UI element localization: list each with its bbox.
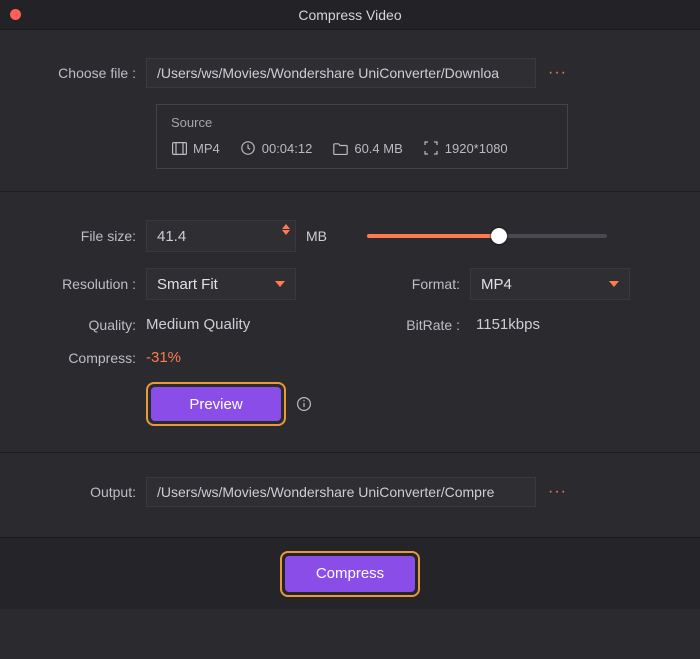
film-icon xyxy=(171,140,187,156)
format-select[interactable]: MP4 xyxy=(470,268,630,300)
output-label: Output: xyxy=(36,484,146,500)
source-dimensions-value: 1920*1080 xyxy=(445,141,508,156)
source-title: Source xyxy=(171,115,553,130)
resolution-select[interactable]: Smart Fit xyxy=(146,268,296,300)
slider-fill xyxy=(367,234,499,238)
resolution-label: Resolution : xyxy=(36,276,146,292)
bitrate-label: BitRate : xyxy=(380,317,470,333)
choose-file-label: Choose file : xyxy=(36,65,146,81)
compress-ratio-value: -31% xyxy=(146,349,181,366)
slider-thumb[interactable] xyxy=(491,228,507,244)
output-section: Output: /Users/ws/Movies/Wondershare Uni… xyxy=(0,453,700,537)
clock-icon xyxy=(240,140,256,156)
source-format-value: MP4 xyxy=(193,141,220,156)
compress-button[interactable]: Compress xyxy=(285,556,415,592)
source-info-box: Source MP4 00:04:12 60.4 MB xyxy=(156,104,568,169)
quality-label: Quality: xyxy=(36,317,146,333)
preview-highlight: Preview xyxy=(146,382,286,426)
info-icon[interactable] xyxy=(296,396,312,412)
choose-file-input[interactable]: /Users/ws/Movies/Wondershare UniConverte… xyxy=(146,58,536,88)
filesize-input[interactable]: 41.4 xyxy=(146,220,296,252)
bitrate-value: 1151kbps xyxy=(476,316,540,333)
folder-icon xyxy=(332,140,348,156)
output-browse-button[interactable]: ··· xyxy=(548,483,567,501)
expand-icon xyxy=(423,140,439,156)
choose-file-section: Choose file : /Users/ws/Movies/Wondersha… xyxy=(0,30,700,191)
footer: Compress xyxy=(0,537,700,609)
close-window-button[interactable] xyxy=(10,9,21,20)
chevron-down-icon xyxy=(275,281,285,287)
filesize-slider[interactable] xyxy=(367,234,607,238)
source-size: 60.4 MB xyxy=(332,140,402,156)
preview-button[interactable]: Preview xyxy=(151,387,281,421)
format-label: Format: xyxy=(380,276,470,292)
source-size-value: 60.4 MB xyxy=(354,141,402,156)
source-duration-value: 00:04:12 xyxy=(262,141,313,156)
choose-file-browse-button[interactable]: ··· xyxy=(548,64,567,82)
settings-section: File size: 41.4 MB Resolution : Smart Fi… xyxy=(0,192,700,452)
filesize-label: File size: xyxy=(36,228,146,244)
filesize-step-down[interactable] xyxy=(282,230,290,235)
source-duration: 00:04:12 xyxy=(240,140,313,156)
output-input[interactable]: /Users/ws/Movies/Wondershare UniConverte… xyxy=(146,477,536,507)
filesize-unit: MB xyxy=(306,228,327,244)
window-title: Compress Video xyxy=(0,7,700,23)
filesize-value: 41.4 xyxy=(157,228,186,245)
compress-highlight: Compress xyxy=(280,551,420,597)
source-dimensions: 1920*1080 xyxy=(423,140,508,156)
format-value: MP4 xyxy=(481,276,512,293)
resolution-value: Smart Fit xyxy=(157,276,218,293)
source-format: MP4 xyxy=(171,140,220,156)
filesize-step-up[interactable] xyxy=(282,224,290,229)
compress-ratio-label: Compress: xyxy=(36,350,146,366)
window-controls xyxy=(10,9,21,20)
titlebar: Compress Video xyxy=(0,0,700,30)
quality-value: Medium Quality xyxy=(146,316,250,333)
chevron-down-icon xyxy=(609,281,619,287)
